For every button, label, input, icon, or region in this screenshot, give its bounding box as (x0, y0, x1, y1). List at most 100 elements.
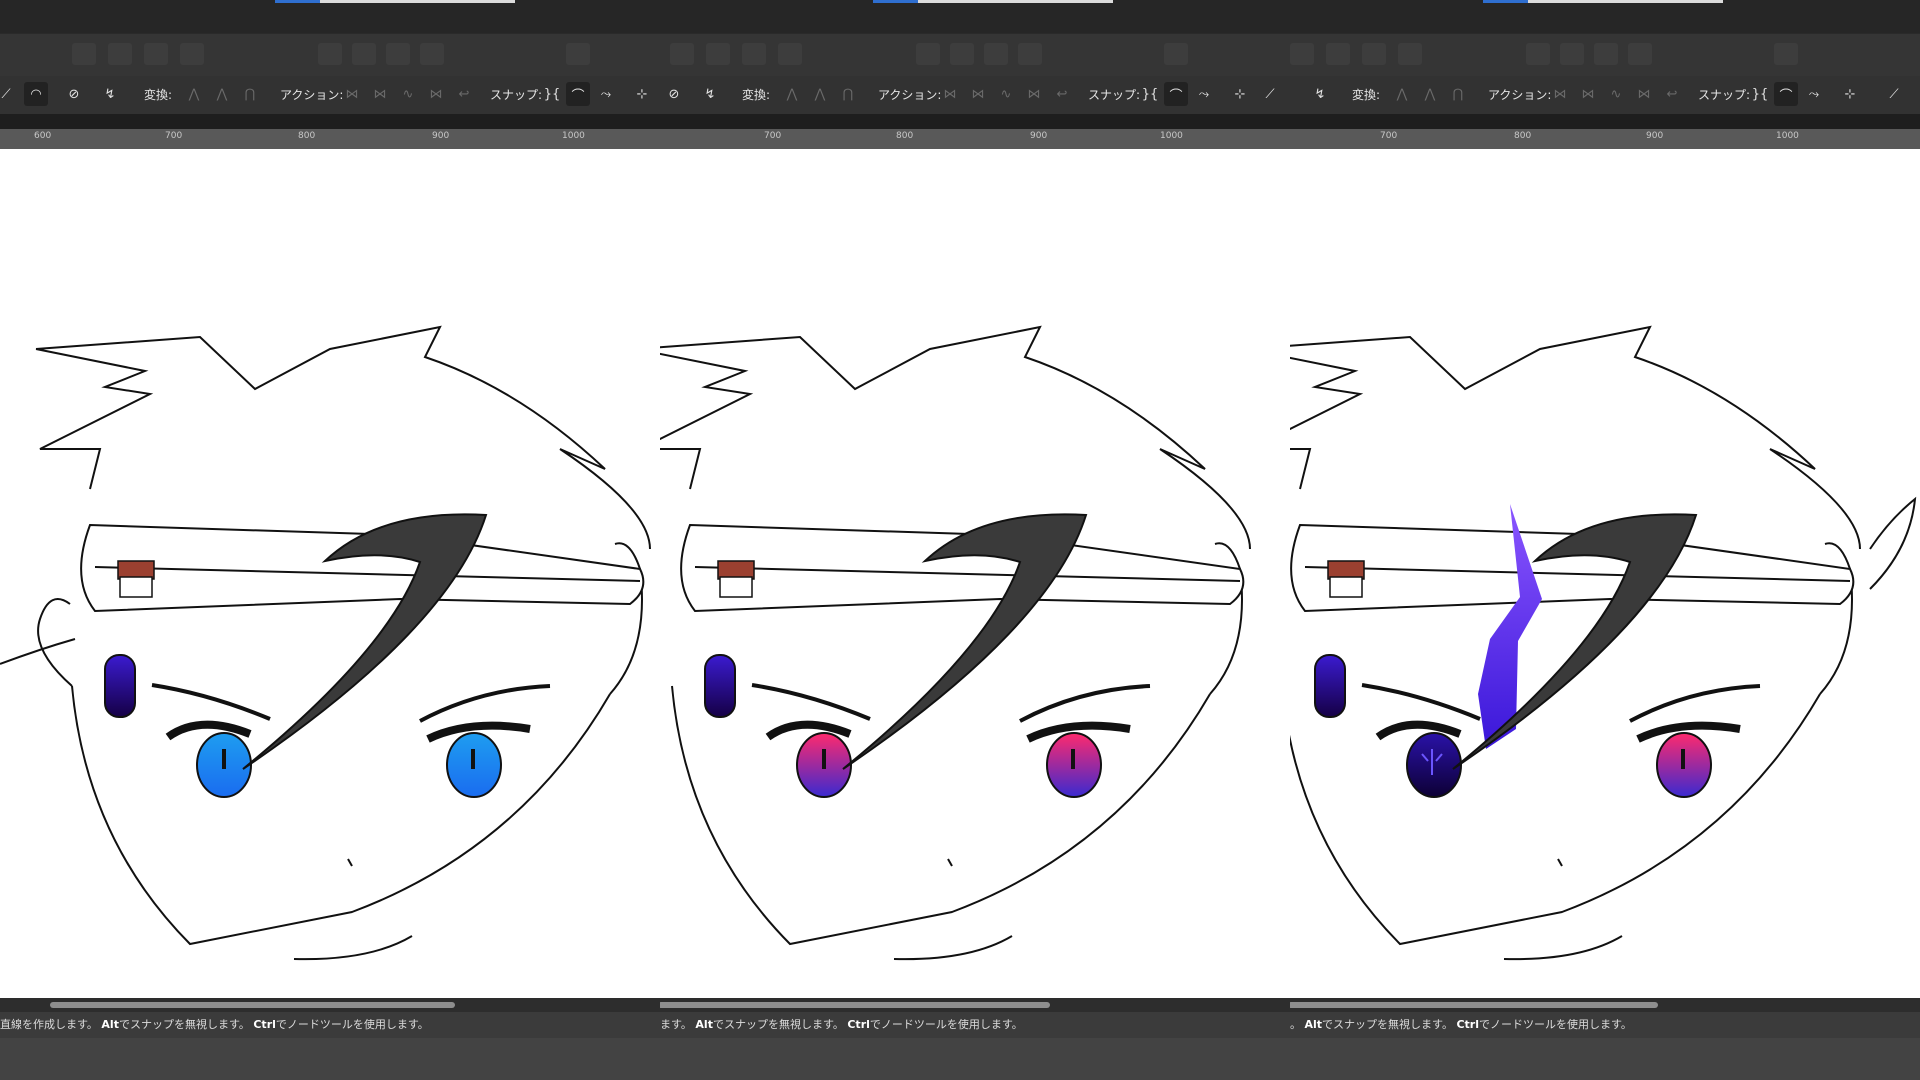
status-bar: 直線を作成します。 Altでスナップを無視します。 Ctrlでノードツールを使用… (0, 1012, 660, 1038)
action-button[interactable]: ⋈ (1548, 82, 1572, 106)
action-button[interactable]: ⋈ (340, 82, 364, 106)
action-button[interactable]: ↩ (1050, 82, 1074, 106)
status-alt-key: Alt (101, 1018, 119, 1031)
action-button[interactable]: ⋈ (368, 82, 392, 106)
transform-button[interactable]: ⋀ (182, 82, 206, 106)
canvas[interactable] (0, 149, 660, 998)
smooth-icon[interactable]: ⌒ (1774, 82, 1798, 106)
status-ctrl-key: Ctrl (847, 1018, 870, 1031)
character-illustration (0, 325, 651, 961)
transform-label: 変換: (1352, 88, 1381, 102)
context-toolbar (0, 33, 660, 77)
horizontal-scrollbar[interactable] (660, 998, 1290, 1012)
bottom-panel (1290, 1038, 1920, 1080)
disabled-button (1290, 43, 1314, 65)
action-button[interactable]: ⋈ (1022, 82, 1046, 106)
action-label: アクション: (280, 88, 344, 102)
disabled-button (1326, 43, 1350, 65)
ruler-label: 900 (1030, 131, 1048, 141)
ruler-gap (0, 114, 660, 129)
action-label: アクション: (1488, 88, 1552, 102)
line-tool-icon[interactable]: ⟋ (1882, 82, 1906, 106)
snap-icon[interactable]: }{ (540, 82, 564, 106)
ruler-label: 900 (1646, 131, 1664, 141)
scroll-thumb[interactable] (50, 1002, 455, 1008)
snap-label: スナップ: (1698, 88, 1751, 102)
action-button[interactable]: ↩ (452, 82, 476, 106)
shape-builder-icon[interactable]: ◠ (24, 82, 48, 106)
transform-label: 変換: (742, 88, 771, 102)
boolean-icon[interactable]: ⊘ (662, 82, 686, 106)
ruler-label: 700 (764, 131, 782, 141)
boolean-icon[interactable]: ⊘ (62, 82, 86, 106)
action-button[interactable]: ⋈ (938, 82, 962, 106)
sharp-icon[interactable]: ⤳ (1802, 82, 1826, 106)
horizontal-scrollbar[interactable] (0, 998, 660, 1012)
ruler-label: 1000 (562, 131, 585, 141)
scroll-thumb[interactable] (660, 1002, 1050, 1008)
smooth-icon[interactable]: ⌒ (1164, 82, 1188, 106)
node-icon[interactable]: ↯ (98, 82, 122, 106)
action-button[interactable]: ∿ (396, 82, 420, 106)
smooth-icon[interactable]: ⌒ (566, 82, 590, 106)
tool-options-bar: ⊘ ↯ 変換: ⋀ ⋀ ⋂ アクション: ⋈ ⋈ ∿ ⋈ ↩ スナップ: }{ … (660, 76, 1290, 114)
line-tool-icon[interactable]: ⟋ (1258, 82, 1282, 106)
node-icon[interactable]: ↯ (698, 82, 722, 106)
align-icon[interactable]: ⊹ (1228, 82, 1252, 106)
align-icon[interactable]: ⊹ (1838, 82, 1862, 106)
bottom-panel (0, 1038, 660, 1080)
disabled-button (742, 43, 766, 65)
action-button[interactable]: ∿ (994, 82, 1018, 106)
action-label: アクション: (878, 88, 942, 102)
ruler-label: 700 (1380, 131, 1398, 141)
transform-button[interactable]: ⋀ (210, 82, 234, 106)
tool-options-bar: ↯ 変換: ⋀ ⋀ ⋂ アクション: ⋈ ⋈ ∿ ⋈ ↩ スナップ: }{ ⌒ … (1290, 76, 1920, 114)
status-alt-text: でスナップを無視します。 (1322, 1018, 1453, 1031)
line-tool-icon[interactable]: ⟋ (0, 82, 18, 106)
transform-button[interactable]: ⋂ (836, 82, 860, 106)
tab-strip (1528, 0, 1723, 3)
action-button[interactable]: ⋈ (1576, 82, 1600, 106)
horizontal-ruler: 600 700 800 900 1000 (0, 129, 660, 149)
active-tab-indicator (275, 0, 320, 3)
disabled-button (916, 43, 940, 65)
snap-icon[interactable]: }{ (1138, 82, 1162, 106)
disabled-button (1526, 43, 1550, 65)
context-toolbar (1290, 33, 1920, 77)
status-ctrl-text: でノードツールを使用します。 (1478, 1018, 1632, 1031)
transform-button[interactable]: ⋀ (1418, 82, 1442, 106)
disabled-button (1362, 43, 1386, 65)
ruler-label: 800 (1514, 131, 1532, 141)
node-icon[interactable]: ↯ (1308, 82, 1332, 106)
action-button[interactable]: ⋈ (966, 82, 990, 106)
scroll-thumb[interactable] (1290, 1002, 1658, 1008)
disabled-button (1560, 43, 1584, 65)
horizontal-scrollbar[interactable] (1290, 998, 1920, 1012)
canvas[interactable] (660, 149, 1290, 998)
snap-icon[interactable]: }{ (1748, 82, 1772, 106)
status-alt-text: でスナップを無視します。 (712, 1018, 844, 1031)
align-icon[interactable]: ⊹ (630, 82, 654, 106)
disabled-button (318, 43, 342, 65)
ruler-label: 1000 (1160, 131, 1183, 141)
sharp-icon[interactable]: ⤳ (1192, 82, 1216, 106)
action-button[interactable]: ↩ (1660, 82, 1684, 106)
action-button[interactable]: ⋈ (1632, 82, 1656, 106)
sharp-icon[interactable]: ⤳ (594, 82, 618, 106)
transform-button[interactable]: ⋂ (238, 82, 262, 106)
action-button[interactable]: ∿ (1604, 82, 1628, 106)
transform-button[interactable]: ⋀ (780, 82, 804, 106)
disabled-button (950, 43, 974, 65)
panel-3: ↯ 変換: ⋀ ⋀ ⋂ アクション: ⋈ ⋈ ∿ ⋈ ↩ スナップ: }{ ⌒ … (1290, 0, 1920, 1080)
transform-button[interactable]: ⋀ (808, 82, 832, 106)
canvas[interactable] (1290, 149, 1920, 998)
disabled-button (1018, 43, 1042, 65)
transform-button[interactable]: ⋂ (1446, 82, 1470, 106)
action-button[interactable]: ⋈ (424, 82, 448, 106)
bottom-panel (660, 1038, 1290, 1080)
character-illustration (660, 325, 1251, 961)
tab-strip (320, 0, 515, 3)
status-ctrl-key: Ctrl (1456, 1018, 1479, 1031)
transform-button[interactable]: ⋀ (1390, 82, 1414, 106)
title-bar (660, 0, 1290, 33)
